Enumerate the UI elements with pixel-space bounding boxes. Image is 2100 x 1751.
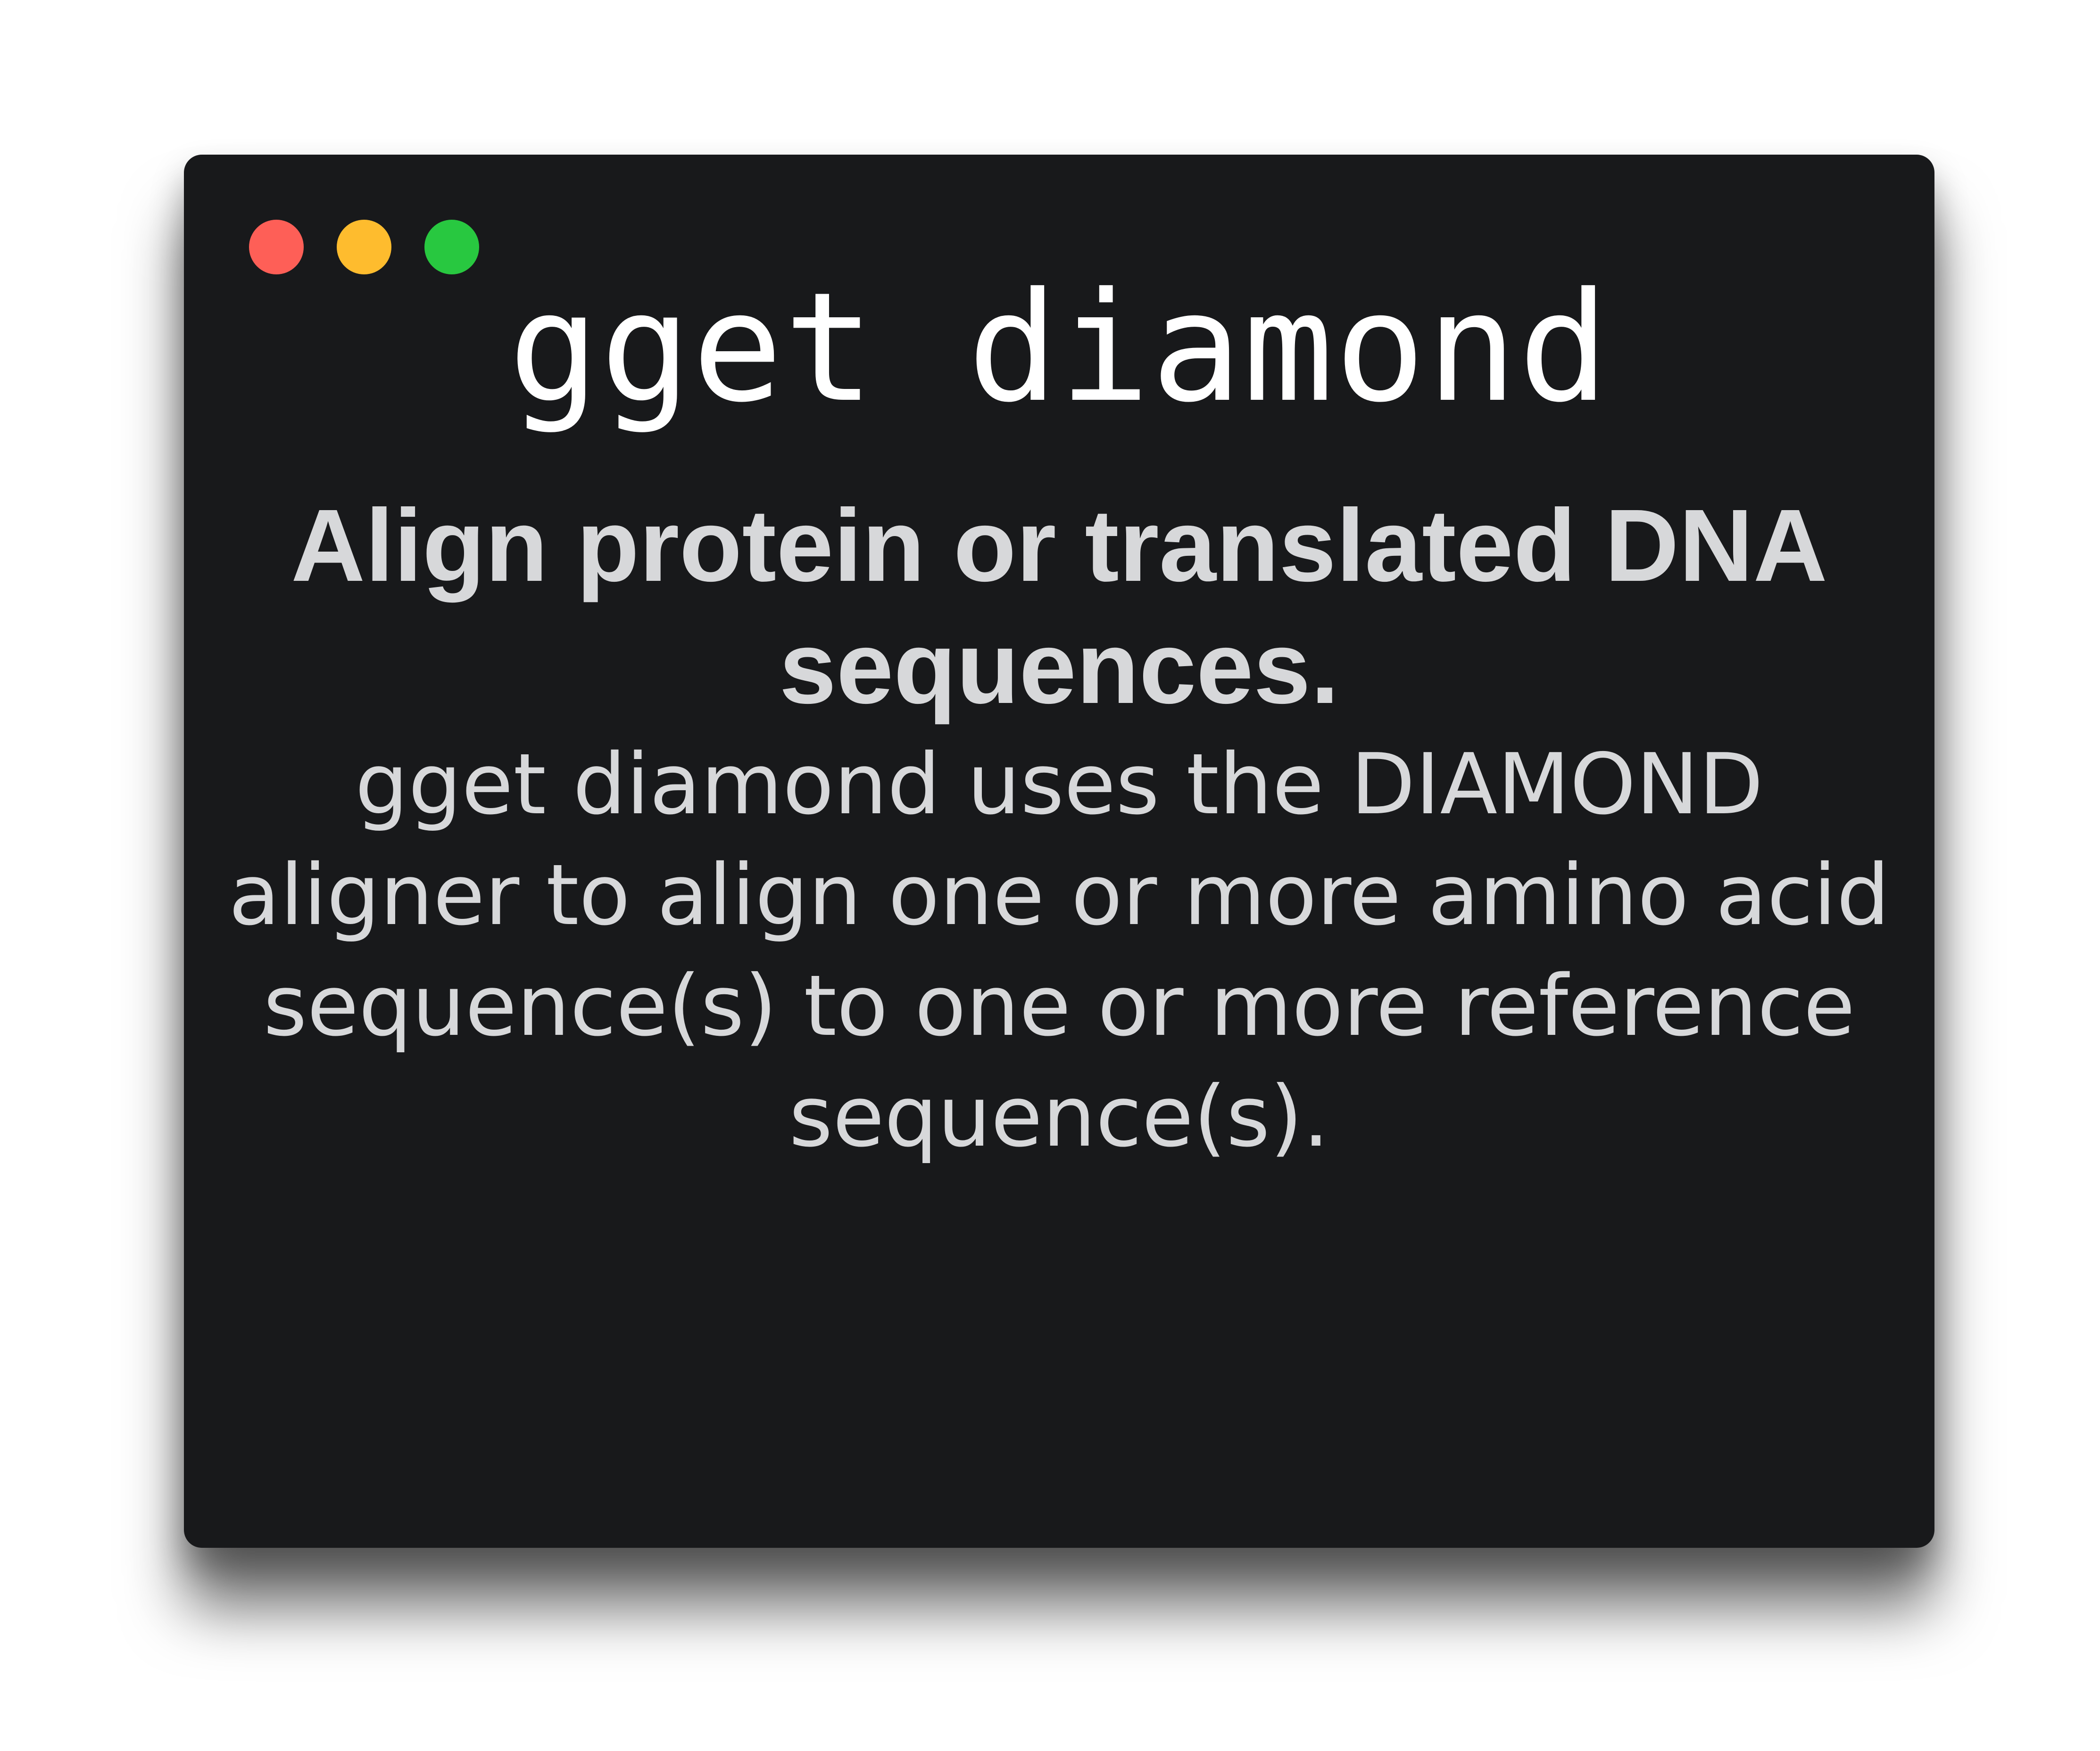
terminal-window: gget diamond Align protein or translated… [184,155,1934,1548]
command-title: gget diamond [508,260,1610,436]
window-content: gget diamond Align protein or translated… [203,273,1916,1173]
description: gget diamond uses the DIAMOND aligner to… [228,735,1890,1165]
zoom-window-icon[interactable] [424,220,479,274]
window-controls [249,220,479,274]
headline: Align protein or translated DNA sequence… [291,488,1828,726]
close-window-icon[interactable] [249,220,304,274]
minimize-window-icon[interactable] [337,220,391,274]
